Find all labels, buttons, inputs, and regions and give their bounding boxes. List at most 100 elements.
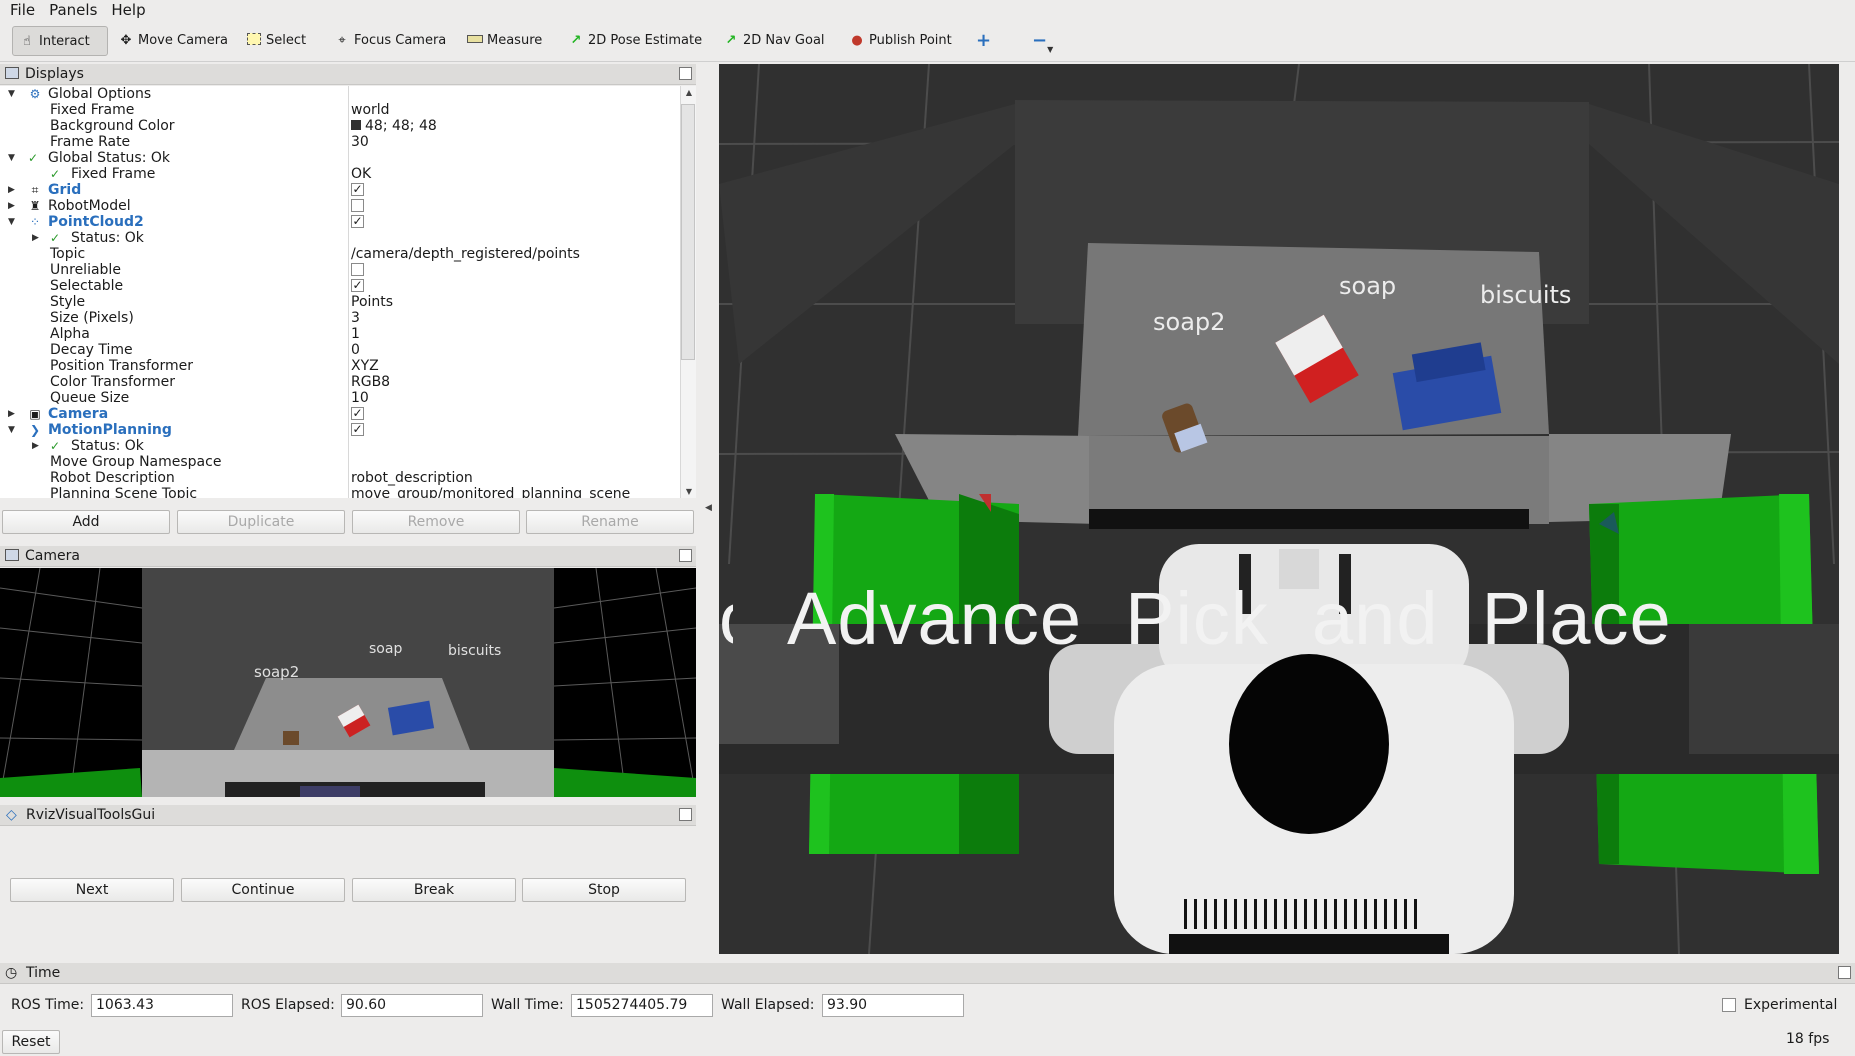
tree-row-motionplanning-status[interactable]: ▶ ✓ Status: Ok (0, 438, 680, 454)
tree-row-pointcloud-status[interactable]: ▶ ✓ Status: Ok (0, 230, 680, 246)
ros-time-label: ROS Time: (11, 997, 85, 1013)
tree-row-queue-size[interactable]: Queue Size 10 (0, 390, 680, 406)
camera-enabled-checkbox[interactable]: ✓ (351, 407, 364, 420)
green-arrow-icon: ↗ (570, 33, 582, 48)
tree-row-robotmodel[interactable]: ▶ ♜ RobotModel (0, 198, 680, 214)
ruler-icon (467, 26, 483, 56)
tree-row-robot-description[interactable]: Robot Description robot_description (0, 470, 680, 486)
tree-column-divider[interactable] (348, 86, 349, 498)
panel-float-button[interactable] (1838, 966, 1851, 979)
dropdown-arrow-icon: ▼ (1047, 45, 1054, 54)
tree-row-motionplanning[interactable]: ▼ ❯ MotionPlanning ✓ (0, 422, 680, 438)
rename-display-button[interactable]: Rename (526, 510, 694, 534)
collapse-arrow-icon[interactable]: ▶ (8, 182, 15, 198)
checkmark-icon: ✓ (49, 167, 61, 181)
tree-row-grid[interactable]: ▶ ⌗ Grid ✓ (0, 182, 680, 198)
pointcloud2-enabled-checkbox[interactable]: ✓ (351, 215, 364, 228)
add-tool-button[interactable]: + (970, 26, 997, 56)
view-side-strip (1839, 64, 1855, 954)
tree-row-pointcloud2[interactable]: ▼ ⁘ PointCloud2 ✓ (0, 214, 680, 230)
menu-panels[interactable]: Panels (42, 0, 104, 20)
add-display-button[interactable]: Add (2, 510, 170, 534)
checkmark-icon: ✓ (49, 439, 61, 453)
focus-camera-icon: ⌖ (338, 33, 346, 48)
collapse-left-arrow-icon[interactable]: ◀ (705, 503, 712, 513)
scroll-up-icon[interactable]: ▲ (681, 88, 697, 97)
tree-row-move-group-namespace[interactable]: Move Group Namespace (0, 454, 680, 470)
scene-label-soap: soap (1339, 272, 1397, 300)
3d-scene (719, 64, 1839, 954)
panel-float-button[interactable] (679, 808, 692, 821)
ros-elapsed-field[interactable]: 90.60 (341, 994, 483, 1017)
select-tool-button[interactable]: Select (240, 26, 312, 56)
2d-nav-goal-tool-button[interactable]: ↗ 2D Nav Goal (717, 26, 831, 56)
measure-tool-button[interactable]: Measure (461, 26, 548, 56)
robotmodel-enabled-checkbox[interactable] (351, 199, 364, 212)
tree-row-alpha[interactable]: Alpha 1 (0, 326, 680, 342)
motionplanning-enabled-checkbox[interactable]: ✓ (351, 423, 364, 436)
tree-scrollbar-thumb[interactable] (681, 104, 695, 360)
next-button[interactable]: Next (10, 878, 174, 902)
tree-row-selectable[interactable]: Selectable ✓ (0, 278, 680, 294)
checkmark-icon: ✓ (49, 231, 61, 245)
stop-button[interactable]: Stop (522, 878, 686, 902)
scroll-down-icon[interactable]: ▼ (681, 487, 697, 496)
menu-help[interactable]: Help (104, 0, 152, 20)
tree-row-planning-scene-topic[interactable]: Planning Scene Topic move_group/monitore… (0, 486, 680, 498)
unreliable-checkbox[interactable] (351, 263, 364, 276)
tree-row-fixed-frame[interactable]: Fixed Frame world (0, 102, 680, 118)
camera-panel-header: Camera (0, 546, 696, 567)
tree-row-decay-time[interactable]: Decay Time 0 (0, 342, 680, 358)
tree-row-global-status[interactable]: ▼ ✓ Global Status: Ok (0, 150, 680, 166)
robot-icon: ♜ (29, 199, 41, 213)
experimental-label: Experimental (1744, 997, 1838, 1013)
publish-point-tool-button[interactable]: ● Publish Point (843, 26, 958, 56)
collapse-arrow-icon[interactable]: ▶ (32, 230, 39, 246)
expand-arrow-icon[interactable]: ▼ (8, 86, 15, 102)
remove-tool-button[interactable]: −▼ (1026, 26, 1059, 56)
2d-pose-estimate-tool-button[interactable]: ↗ 2D Pose Estimate (562, 26, 708, 56)
selectable-checkbox[interactable]: ✓ (351, 279, 364, 292)
tree-row-position-transformer[interactable]: Position Transformer XYZ (0, 358, 680, 374)
collapse-arrow-icon[interactable]: ▶ (32, 438, 39, 454)
collapse-arrow-icon[interactable]: ▶ (8, 198, 15, 214)
expand-arrow-icon[interactable]: ▼ (8, 150, 15, 166)
menu-file[interactable]: File (0, 0, 42, 20)
ros-elapsed-label: ROS Elapsed: (241, 997, 335, 1013)
interact-tool-button[interactable]: ☝ Interact (12, 26, 108, 56)
expand-arrow-icon[interactable]: ▼ (8, 422, 15, 438)
3d-render-view[interactable]: soap2 soap biscuits Advance Pick and Pla… (719, 64, 1839, 954)
tree-row-topic[interactable]: Topic /camera/depth_registered/points (0, 246, 680, 262)
panel-float-button[interactable] (679, 549, 692, 562)
ros-time-field[interactable]: 1063.43 (91, 994, 233, 1017)
tree-row-color-transformer[interactable]: Color Transformer RGB8 (0, 374, 680, 390)
hand-icon: ☝ (23, 34, 31, 49)
tree-row-background-color[interactable]: Background Color 48; 48; 48 (0, 118, 680, 134)
tree-row-fixed-frame-status[interactable]: ✓ Fixed Frame OK (0, 166, 680, 182)
wall-time-field[interactable]: 1505274405.79 (571, 994, 713, 1017)
reset-button[interactable]: Reset (2, 1030, 60, 1054)
expand-arrow-icon[interactable]: ▼ (8, 214, 15, 230)
collapse-arrow-icon[interactable]: ▶ (8, 406, 15, 422)
color-swatch (351, 120, 361, 130)
tree-row-size-pixels[interactable]: Size (Pixels) 3 (0, 310, 680, 326)
tree-row-unreliable[interactable]: Unreliable (0, 262, 680, 278)
scene-label-soap2: soap2 (1153, 308, 1226, 336)
break-button[interactable]: Break (352, 878, 516, 902)
focus-camera-tool-button[interactable]: ⌖ Focus Camera (328, 26, 452, 56)
move-camera-tool-button[interactable]: ✥ Move Camera (112, 26, 234, 56)
tree-row-frame-rate[interactable]: Frame Rate 30 (0, 134, 680, 150)
experimental-checkbox[interactable] (1722, 998, 1736, 1012)
minus-icon: − (1032, 30, 1048, 51)
duplicate-display-button[interactable]: Duplicate (177, 510, 345, 534)
tree-row-style[interactable]: Style Points (0, 294, 680, 310)
continue-button[interactable]: Continue (181, 878, 345, 902)
camera-image-view[interactable]: soap2 soap biscuits (0, 568, 696, 797)
tree-row-global-options[interactable]: ▼ ⚙ Global Options (0, 86, 680, 102)
green-arrow-icon: ↗ (725, 33, 737, 48)
panel-float-button[interactable] (679, 67, 692, 80)
grid-enabled-checkbox[interactable]: ✓ (351, 183, 364, 196)
tree-row-camera[interactable]: ▶ ▣ Camera ✓ (0, 406, 680, 422)
wall-elapsed-field[interactable]: 93.90 (822, 994, 964, 1017)
remove-display-button[interactable]: Remove (352, 510, 520, 534)
